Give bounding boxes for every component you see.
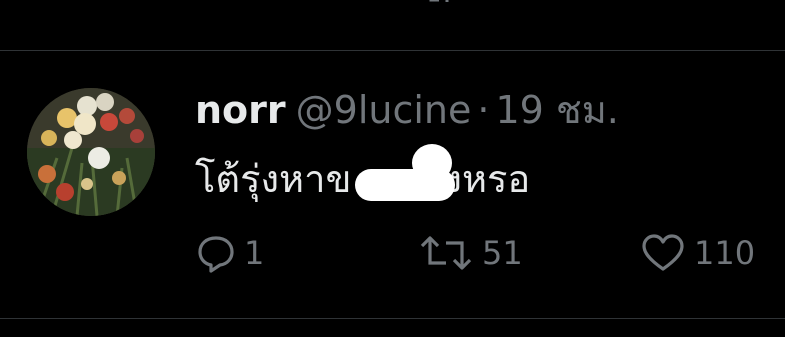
tweet-divider [0,318,785,319]
separator-dot: · [477,88,490,132]
reply-button[interactable]: 1 [196,231,264,275]
tweet-header: norr @9lucine · 19 ชม. [195,87,619,133]
heart-icon [640,233,686,273]
tweet-text-part-2: งหรอ [443,157,531,201]
tweet[interactable]: norr @9lucine · 19 ชม. โต้รุ่งหาข งหรอ 1 51 [0,51,785,319]
reply-count: 1 [244,234,265,272]
retweet-icon[interactable] [425,0,453,6]
like-count: 110 [694,234,756,272]
like-button[interactable]: 110 [640,231,755,275]
retweet-button[interactable]: 51 [418,231,523,275]
timestamp[interactable]: 19 ชม. [495,88,618,132]
retweet-count: 51 [482,234,523,272]
display-name[interactable]: norr [195,88,286,132]
heart-icon[interactable] [652,0,680,6]
previous-tweet-actions [0,0,785,50]
tweet-text-part-1: โต้รุ่งหาข [195,157,352,201]
retweet-icon [418,233,474,273]
redaction-blob [412,144,452,182]
avatar[interactable] [27,88,155,216]
reply-icon [196,233,236,273]
user-handle[interactable]: @9lucine [296,88,472,132]
